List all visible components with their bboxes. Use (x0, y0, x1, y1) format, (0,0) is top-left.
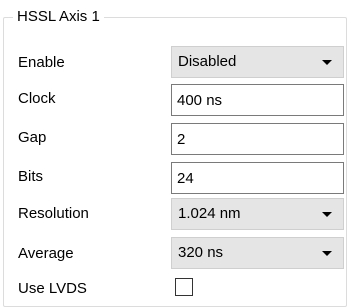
bits-input[interactable] (171, 162, 344, 194)
chevron-down-icon (322, 60, 332, 65)
resolution-label: Resolution (18, 205, 89, 222)
clock-label: Clock (18, 90, 56, 107)
bits-label: Bits (18, 168, 44, 185)
chevron-down-icon (322, 251, 332, 256)
resolution-dropdown-value: 1.024 nm (178, 205, 241, 222)
resolution-dropdown[interactable]: 1.024 nm (171, 198, 344, 230)
chevron-down-icon (322, 212, 332, 217)
clock-input[interactable] (171, 84, 344, 116)
use-lvds-checkbox[interactable] (175, 278, 193, 296)
average-label: Average (18, 245, 74, 262)
gap-label: Gap (18, 129, 47, 146)
average-dropdown-value: 320 ns (178, 244, 224, 261)
gap-input[interactable] (171, 123, 344, 155)
use-lvds-label: Use LVDS (18, 280, 87, 297)
groupbox-title: HSSL Axis 1 (13, 8, 104, 25)
average-dropdown[interactable]: 320 ns (171, 237, 344, 269)
enable-dropdown[interactable]: Disabled (171, 46, 344, 78)
enable-dropdown-value: Disabled (178, 53, 237, 70)
enable-label: Enable (18, 54, 65, 71)
